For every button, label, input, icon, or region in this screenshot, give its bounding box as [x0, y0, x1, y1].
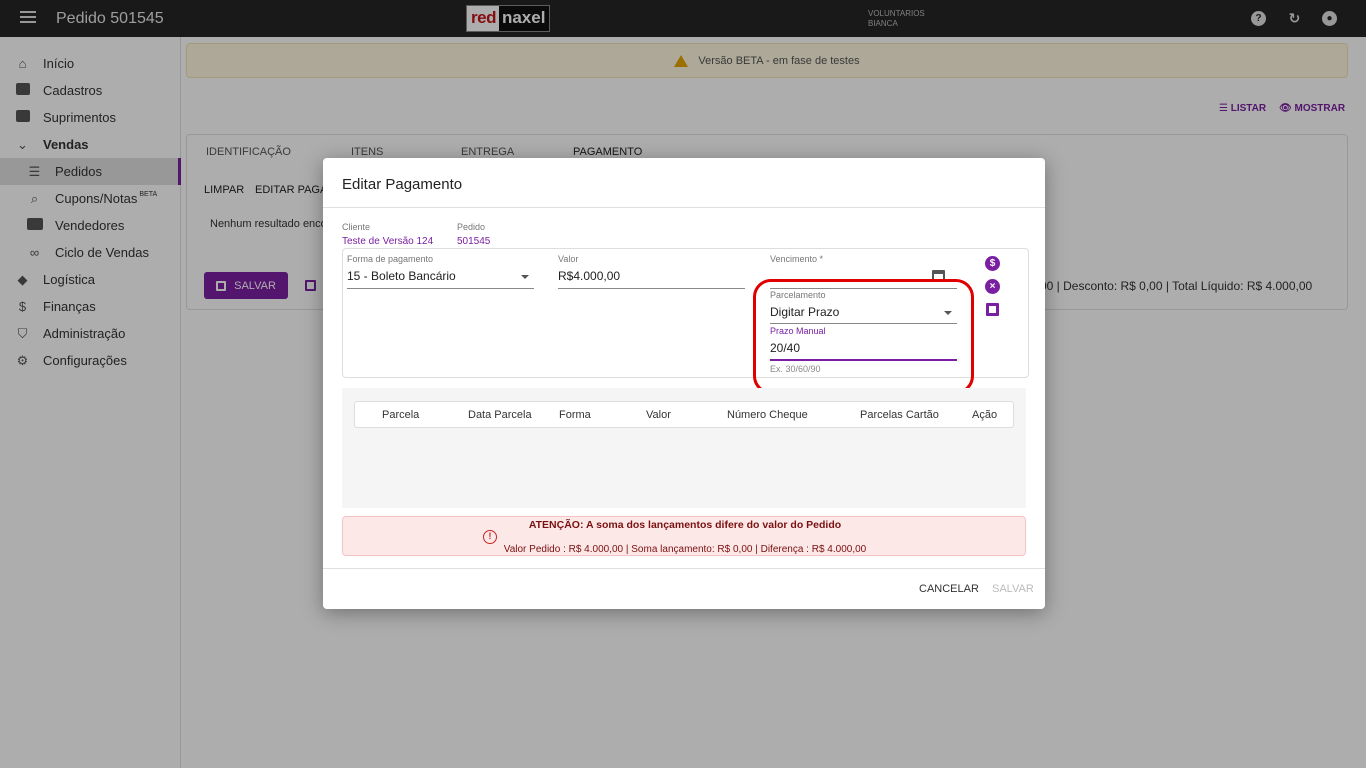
forma-pagamento-label: Forma de pagamento [347, 254, 434, 264]
valor-input[interactable]: R$4.000,00 [558, 269, 620, 283]
installments-table: Parcela Data Parcela Forma Valor Número … [342, 388, 1026, 508]
cancel-button[interactable]: CANCELAR [919, 583, 979, 595]
pedido-value: 501545 [457, 236, 491, 247]
table-header: Parcela Data Parcela Forma Valor Número … [354, 401, 1014, 428]
valor-underline [558, 288, 745, 289]
chevron-down-icon[interactable] [521, 275, 529, 279]
error-icon: ! [483, 530, 497, 544]
valor-label: Valor [558, 254, 579, 264]
highlight-annotation [753, 279, 974, 394]
divider [323, 207, 1045, 208]
alert-title: ATENÇÃO: A soma dos lançamentos difere d… [528, 519, 842, 531]
column-header: Parcelas Cartão [860, 409, 939, 421]
vencimento-label: Vencimento * [770, 254, 824, 264]
close-icon[interactable]: × [985, 279, 1000, 294]
divider [323, 568, 1045, 569]
column-header: Parcela [382, 409, 420, 421]
editar-pagamento-dialog: Editar Pagamento Cliente Teste de Versão… [323, 158, 1045, 609]
column-header: Ação [972, 409, 998, 421]
cliente-value: Teste de Versão 124 [342, 236, 434, 247]
column-header: Número Cheque [727, 409, 808, 421]
save-icon[interactable] [986, 303, 999, 316]
column-header: Valor [646, 409, 671, 421]
dialog-title: Editar Pagamento [342, 176, 463, 193]
dialog-save-button[interactable]: SALVAR [992, 583, 1034, 595]
dollar-icon[interactable]: $ [985, 256, 1000, 271]
column-header: Forma [559, 409, 591, 421]
alert-banner: ! ATENÇÃO: A soma dos lançamentos difere… [342, 516, 1026, 556]
pedido-label: Pedido [457, 222, 486, 232]
column-header: Data Parcela [468, 409, 532, 421]
forma-pagamento-select[interactable]: 15 - Boleto Bancário [347, 269, 456, 283]
forma-underline [347, 288, 534, 289]
alert-text: Valor Pedido : R$ 4.000,00 | Soma lançam… [503, 544, 867, 555]
cliente-label: Cliente [342, 222, 371, 232]
